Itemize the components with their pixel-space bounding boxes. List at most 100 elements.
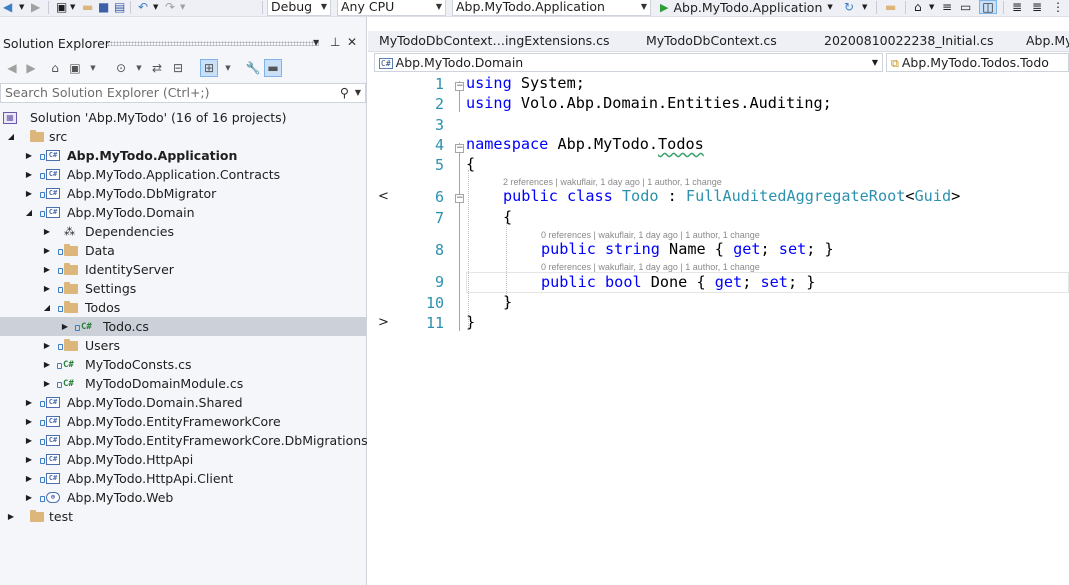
tree-item-project-entityframeworkcore[interactable]: ▶ C# Abp.MyTodo.EntityFrameworkCore	[0, 412, 366, 431]
properties-wrench-icon[interactable]: 🔧	[244, 59, 262, 77]
tree-item-project-dbmigrator[interactable]: ▶ C# Abp.MyTodo.DbMigrator	[0, 184, 366, 203]
toolbar-overflow-icon[interactable]: ⋮	[1052, 0, 1064, 14]
collapsed-arrow-icon[interactable]: ▶	[24, 170, 34, 179]
tab-overflow-partial[interactable]: Abp.My	[1026, 33, 1069, 48]
expand-margin-marker[interactable]: >	[378, 315, 389, 330]
expanded-arrow-icon[interactable]: ◢	[6, 132, 16, 141]
tab-dbcontext[interactable]: MyTodoDbContext.cs	[646, 33, 777, 48]
undo-dropdown-icon[interactable]: ▼	[153, 0, 158, 14]
codelens-name-property[interactable]: 0 references | wakuflair, 1 day ago | 1 …	[541, 230, 760, 240]
start-debugging-button[interactable]: ▶ Abp.MyTodo.Application ▼	[660, 0, 833, 16]
open-folder-icon[interactable]: ▬	[82, 0, 93, 14]
collapsed-arrow-icon[interactable]: ▶	[24, 398, 34, 407]
redo-icon[interactable]: ↷	[165, 0, 175, 14]
codelens-class[interactable]: 2 references | wakuflair, 1 day ago | 1 …	[503, 177, 722, 187]
expanded-arrow-icon[interactable]: ◢	[24, 208, 34, 217]
back-icon[interactable]: ◀	[3, 59, 21, 77]
uncomment-lines-icon[interactable]: ≣	[1032, 0, 1042, 14]
collapse-all-icon[interactable]: ⊟	[169, 59, 187, 77]
collapsed-arrow-icon[interactable]: ▶	[24, 189, 34, 198]
solution-explorer-search-input[interactable]: Search Solution Explorer (Ctrl+;) ⚲ ▼	[0, 83, 366, 103]
home-icon[interactable]: ⌂	[46, 59, 64, 77]
tree-item-project-web[interactable]: ▶ ⊕ Abp.MyTodo.Web	[0, 488, 366, 507]
collapsed-arrow-icon[interactable]: ▶	[24, 417, 34, 426]
startup-project-select[interactable]: Abp.MyTodo.Application ▼	[452, 0, 651, 16]
tree-item-project-application-contracts[interactable]: ▶ C# Abp.MyTodo.Application.Contracts	[0, 165, 366, 184]
tree-item-folder-settings[interactable]: ▶ Settings	[0, 279, 366, 298]
tree-item-project-domain-shared[interactable]: ▶ C# Abp.MyTodo.Domain.Shared	[0, 393, 366, 412]
back-dropdown-icon[interactable]: ▼	[19, 0, 24, 14]
collapsed-arrow-icon[interactable]: ▶	[24, 474, 34, 483]
split-view-icon[interactable]: ◫	[979, 0, 997, 14]
tree-item-project-dbmigrations[interactable]: ▶ C# Abp.MyTodo.EntityFrameworkCore.DbMi…	[0, 431, 368, 450]
tree-item-folder-identityserver[interactable]: ▶ IdentityServer	[0, 260, 366, 279]
collapsed-arrow-icon[interactable]: ▶	[24, 151, 34, 160]
filter-dropdown-icon[interactable]: ▼	[130, 59, 148, 77]
switch-views-icon[interactable]: ▣	[66, 59, 84, 77]
forward-icon[interactable]: ▶	[31, 0, 40, 14]
tab-dbcontext-extensions[interactable]: MyTodoDbContext…ingExtensions.cs	[379, 33, 610, 48]
tree-item-file-mytodoconsts[interactable]: ▶ C# MyTodoConsts.cs	[0, 355, 366, 374]
collapse-region-icon[interactable]: −	[455, 144, 464, 153]
save-icon[interactable]: ■	[98, 0, 109, 14]
comment-lines-icon[interactable]: ≣	[1012, 0, 1022, 14]
collapsed-arrow-icon[interactable]: ▶	[24, 455, 34, 464]
type-member-select[interactable]: ⧉ Abp.MyTodo.Todos.Todo	[886, 53, 1069, 72]
collapse-region-icon[interactable]: −	[455, 194, 464, 203]
preview-selected-items-icon[interactable]: ▬	[264, 59, 282, 77]
collapsed-arrow-icon[interactable]: ▶	[60, 322, 70, 331]
tree-item-solution[interactable]: ▦ Solution 'Abp.MyTodo' (16 of 16 projec…	[0, 108, 366, 127]
tree-item-file-mytododomainmodule[interactable]: ▶ C# MyTodoDomainModule.cs	[0, 374, 366, 393]
forward-icon[interactable]: ▶	[22, 59, 40, 77]
solution-configuration-select[interactable]: Debug ▼	[267, 0, 331, 16]
redo-dropdown-icon[interactable]: ▼	[180, 0, 185, 14]
tree-item-folder-data[interactable]: ▶ Data	[0, 241, 366, 260]
suggestion-squiggle[interactable]: Todos	[658, 135, 704, 153]
codelens-done-property[interactable]: 0 references | wakuflair, 1 day ago | 1 …	[541, 262, 760, 272]
project-context-select[interactable]: C# Abp.MyTodo.Domain ▼	[374, 53, 883, 72]
search-options-dropdown-icon[interactable]: ▼	[355, 84, 361, 102]
collapsed-arrow-icon[interactable]: ▶	[42, 379, 52, 388]
new-dropdown-icon[interactable]: ▼	[70, 0, 75, 14]
tree-item-test[interactable]: ▶ test	[0, 507, 366, 526]
home-icon[interactable]: ⌂	[914, 0, 922, 14]
collapsed-arrow-icon[interactable]: ▶	[42, 360, 52, 369]
collapse-margin-marker[interactable]: <	[378, 189, 389, 204]
switch-views-dropdown-icon[interactable]: ▼	[84, 59, 102, 77]
pin-icon[interactable]: ⊥	[330, 35, 340, 49]
tree-item-folder-todos[interactable]: ◢ Todos	[0, 298, 366, 317]
undo-icon[interactable]: ↶	[138, 0, 148, 14]
collapse-region-icon[interactable]: −	[455, 82, 464, 91]
find-in-files-icon[interactable]: ▬	[885, 0, 896, 14]
collapsed-arrow-icon[interactable]: ▶	[42, 227, 52, 236]
refresh-icon[interactable]: ↻	[844, 0, 854, 14]
collapsed-arrow-icon[interactable]: ▶	[24, 436, 34, 445]
tree-item-file-todo[interactable]: ▶ C# Todo.cs	[0, 317, 366, 336]
pending-changes-filter-icon[interactable]: ⊙	[112, 59, 130, 77]
collapsed-arrow-icon[interactable]: ▶	[42, 284, 52, 293]
show-all-files-icon[interactable]: ⊞	[200, 59, 218, 77]
solution-platform-select[interactable]: Any CPU ▼	[337, 0, 446, 16]
search-icon[interactable]: ⚲	[340, 84, 349, 102]
panel-grip[interactable]	[107, 41, 319, 46]
home-dropdown-icon[interactable]: ▼	[929, 0, 934, 14]
tree-item-project-httpapi-client[interactable]: ▶ C# Abp.MyTodo.HttpApi.Client	[0, 469, 366, 488]
tree-item-project-domain[interactable]: ◢ C# Abp.MyTodo.Domain	[0, 203, 366, 222]
tree-item-project-httpapi[interactable]: ▶ C# Abp.MyTodo.HttpApi	[0, 450, 366, 469]
collapsed-arrow-icon[interactable]: ▶	[6, 512, 16, 521]
save-all-icon[interactable]: ▤	[114, 0, 125, 14]
window-position-icon[interactable]: ▼	[313, 38, 319, 47]
refresh-dropdown-icon[interactable]: ▼	[862, 0, 867, 14]
tree-item-dependencies[interactable]: ▶ ⁂ Dependencies	[0, 222, 366, 241]
collapsed-arrow-icon[interactable]: ▶	[42, 265, 52, 274]
sync-with-active-document-icon[interactable]: ⇄	[148, 59, 166, 77]
toggle-comment-icon[interactable]: ≡	[942, 0, 952, 14]
new-project-icon[interactable]: ▣	[56, 0, 67, 14]
layout-icon[interactable]: ▭	[960, 0, 971, 14]
tree-item-src[interactable]: ◢ src	[0, 127, 366, 146]
tree-item-project-application[interactable]: ▶ C# Abp.MyTodo.Application	[0, 146, 366, 165]
expanded-arrow-icon[interactable]: ◢	[42, 303, 52, 312]
collapsed-arrow-icon[interactable]: ▶	[42, 246, 52, 255]
collapsed-arrow-icon[interactable]: ▶	[24, 493, 34, 502]
close-icon[interactable]: ✕	[347, 35, 357, 49]
